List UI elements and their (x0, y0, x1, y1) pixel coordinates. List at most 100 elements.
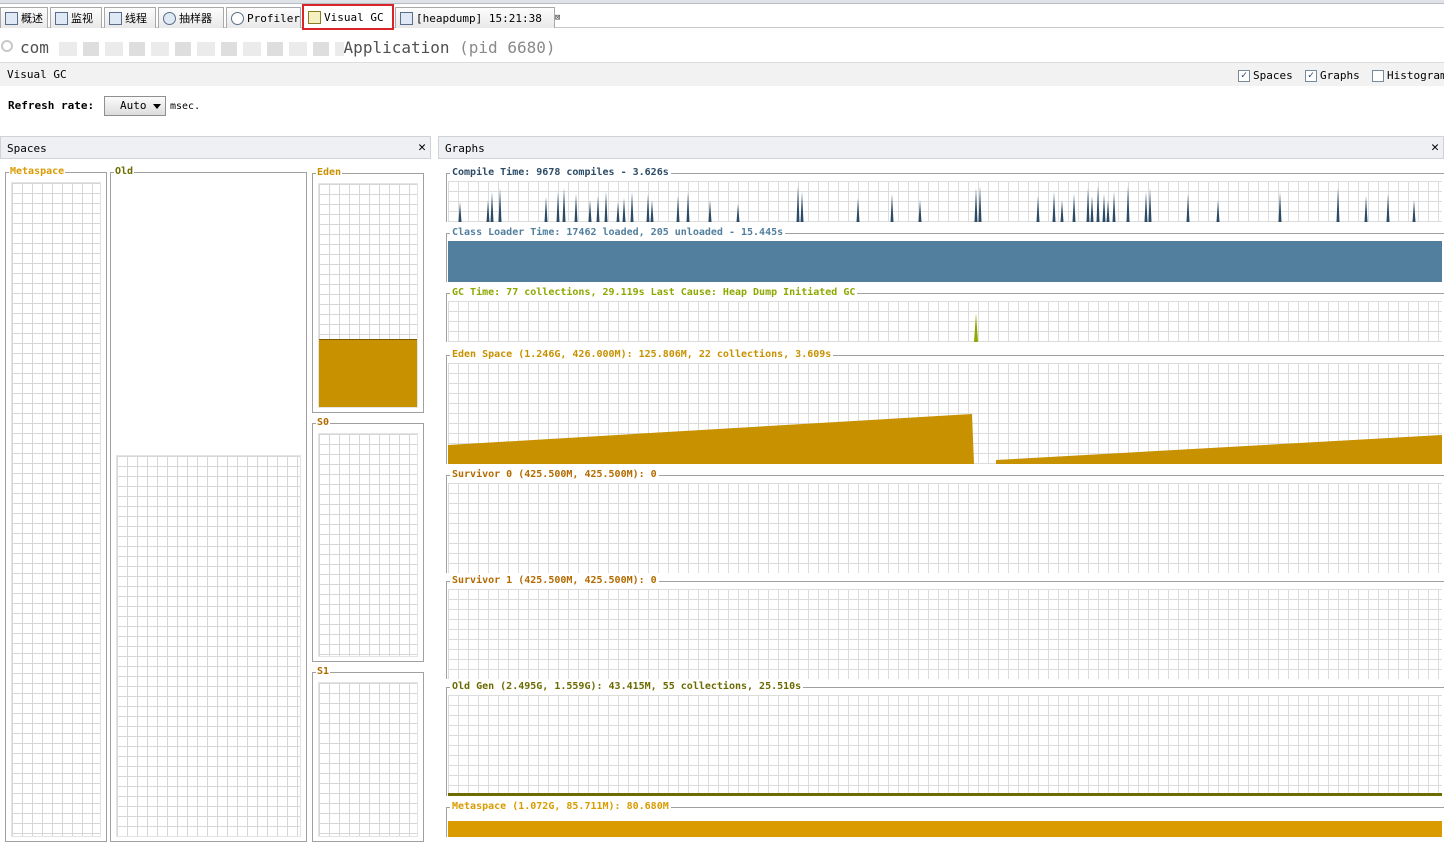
close-tab-icon[interactable]: ⊠ (555, 13, 560, 23)
gc-spike (974, 313, 978, 342)
threads-icon (109, 11, 122, 25)
compile-spike (544, 197, 548, 222)
survivor1-graph: Survivor 1 (425.500M, 425.500M): 0 (446, 575, 1444, 679)
gc-time-graph: GC Time: 77 collections, 29.119s Last Ca… (446, 287, 1444, 342)
survivor0-graph: Survivor 0 (425.500M, 425.500M): 0 (446, 469, 1444, 573)
compile-spike (486, 200, 490, 222)
compile-spike (1102, 194, 1106, 222)
old-space: Old (110, 166, 307, 842)
tab-profiler[interactable]: Profiler (226, 7, 301, 28)
tab-threads[interactable]: 线程 (104, 7, 156, 28)
compile-spike (1386, 194, 1390, 222)
checkbox-unchecked-icon (1372, 69, 1384, 82)
compile-spike (646, 194, 650, 222)
s1-space: S1 (312, 666, 424, 842)
visual-gc-icon (308, 11, 321, 24)
compile-spike (918, 200, 922, 222)
refresh-rate-label: Refresh rate: (8, 99, 95, 112)
compile-spike (1072, 194, 1076, 222)
status-ring-icon (1, 40, 13, 52)
compile-spike (622, 198, 626, 222)
old-gen-fill (448, 793, 1442, 796)
compile-spike (604, 192, 608, 222)
tab-bar: 概述 监视 线程 抽样器 Profiler Visual GC [heapdum… (0, 0, 1444, 30)
compile-spike (1086, 188, 1090, 222)
compile-spike (574, 194, 578, 222)
compile-spike (676, 196, 680, 222)
compile-spike (1090, 196, 1094, 222)
compile-spike (736, 204, 740, 222)
compile-spike (856, 198, 860, 222)
heapdump-icon (400, 11, 413, 25)
compile-spike (556, 192, 560, 222)
compile-spike (588, 200, 592, 222)
compile-spike (796, 186, 800, 222)
compile-spike (1106, 200, 1110, 222)
app-title: com Application (pid 6680) (20, 38, 556, 57)
compile-spike (1186, 194, 1190, 222)
class-loader-graph: Class Loader Time: 17462 loaded, 205 unl… (446, 227, 1444, 282)
compile-spike (1052, 192, 1056, 222)
compile-spike (562, 188, 566, 222)
tab-monitor[interactable]: 监视 (50, 7, 102, 28)
compile-spike (1144, 192, 1148, 222)
eden-space: Eden (312, 167, 424, 413)
redacted-package-name (58, 41, 344, 56)
checkbox-checked-icon: ✓ (1305, 69, 1317, 82)
compile-spike (1412, 200, 1416, 222)
metaspace-grid (11, 182, 101, 837)
compile-spike (686, 192, 690, 222)
compile-spike (800, 192, 804, 222)
eden-area (448, 414, 1442, 464)
tab-overview[interactable]: 概述 (0, 7, 48, 28)
chevron-down-icon (153, 104, 161, 109)
spaces-checkbox[interactable]: ✓ Spaces (1238, 69, 1293, 82)
spaces-panel-header: Spaces ✕ (0, 136, 431, 159)
tab-heapdump[interactable]: [heapdump] 15:21:38 ⊠ (395, 7, 560, 28)
metaspace-space: Metaspace (5, 166, 107, 842)
compile-spike (708, 200, 712, 222)
metaspace-graph: Metaspace (1.072G, 85.711M): 80.680M (446, 801, 1444, 837)
clock-icon (231, 11, 244, 25)
view-title: Visual GC (7, 68, 67, 81)
compile-spike (1060, 200, 1064, 222)
compile-spike (630, 192, 634, 222)
compile-time-graph: Compile Time: 9678 compiles - 3.626s (446, 167, 1444, 222)
s0-grid (318, 433, 418, 657)
compile-spike (890, 194, 894, 222)
compile-spike (1036, 196, 1040, 222)
graphs-checkbox[interactable]: ✓ Graphs (1305, 69, 1360, 82)
compile-spike (1096, 186, 1100, 222)
compile-spike (1148, 188, 1152, 222)
compile-spike (1216, 200, 1220, 222)
eden-grid (318, 183, 418, 408)
compile-spike (616, 202, 620, 222)
old-grid (116, 455, 301, 837)
compile-spike (596, 196, 600, 222)
compile-spike (1126, 186, 1130, 222)
tab-sampler[interactable]: 抽样器 (158, 7, 224, 28)
compile-spike (1364, 196, 1368, 222)
refresh-unit-label: msec. (170, 101, 201, 112)
s0-space: S0 (312, 417, 424, 662)
old-gen-graph: Old Gen (2.495G, 1.559G): 43.415M, 55 co… (446, 681, 1444, 796)
compile-spike (498, 188, 502, 222)
compile-spike (650, 200, 654, 222)
tab-visual-gc[interactable]: Visual GC (302, 4, 394, 30)
tab-bar-top-strip (0, 0, 1444, 4)
compile-spike (1336, 188, 1340, 222)
eden-space-graph: Eden Space (1.246G, 426.000M): 125.806M,… (446, 349, 1444, 464)
refresh-rate-select[interactable]: Auto (104, 96, 166, 116)
monitor-icon (55, 11, 68, 25)
view-toolbar: Visual GC ✓ Spaces ✓ Graphs Histogram (0, 62, 1444, 86)
close-icon[interactable]: ✕ (1431, 140, 1439, 155)
sampler-icon (163, 11, 176, 25)
compile-spike (1112, 192, 1116, 222)
close-icon[interactable]: ✕ (418, 140, 426, 155)
eden-usage-fill (319, 339, 417, 407)
metaspace-fill (448, 821, 1442, 837)
checkbox-checked-icon: ✓ (1238, 69, 1250, 82)
info-icon (5, 11, 18, 25)
compile-spike (1278, 192, 1282, 222)
histogram-checkbox[interactable]: Histogram (1372, 69, 1444, 82)
